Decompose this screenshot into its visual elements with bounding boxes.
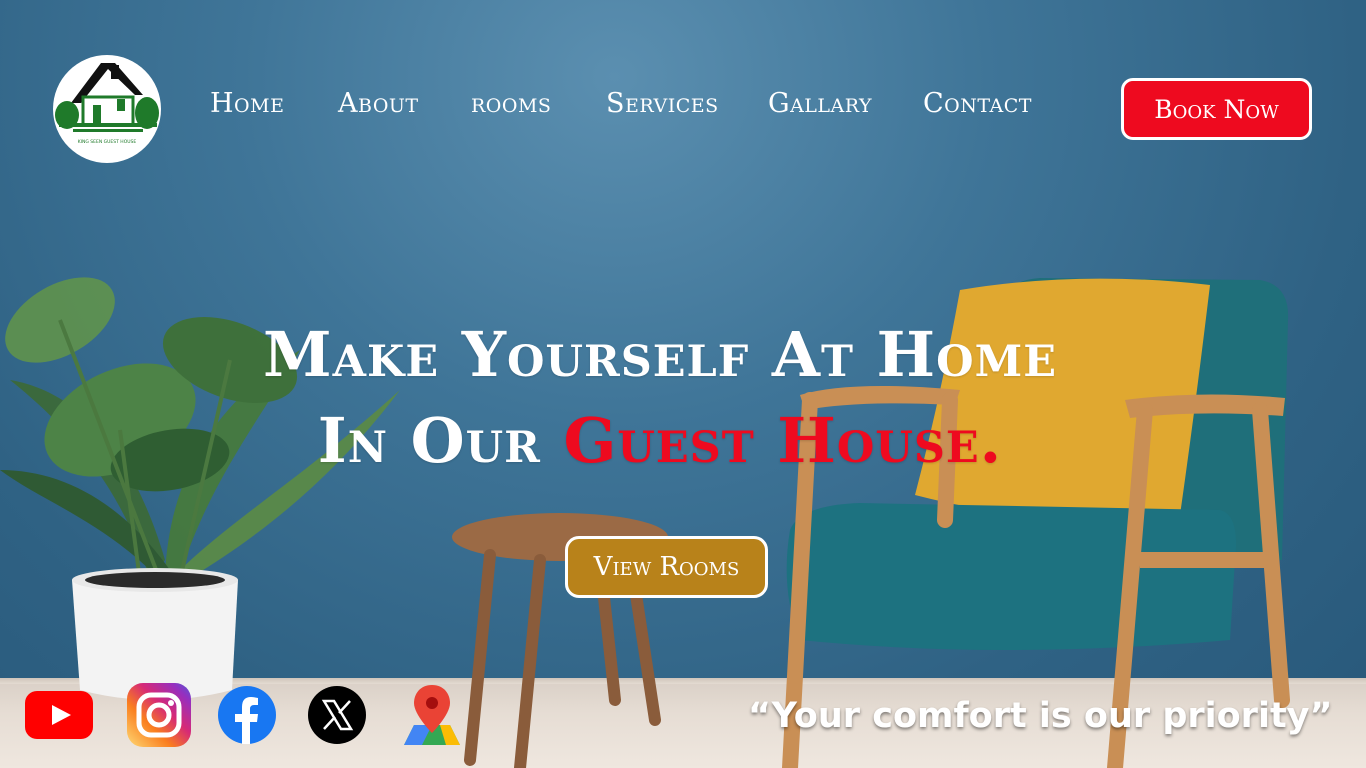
instagram-link[interactable] <box>124 683 194 747</box>
facebook-link[interactable] <box>216 684 278 746</box>
hero-title-prefix: In Our <box>317 404 564 477</box>
nav-contact[interactable]: Contact <box>923 88 1032 119</box>
logo[interactable]: KING SEEN GUEST HOUSE <box>53 55 161 163</box>
nav-gallary[interactable]: Gallary <box>768 88 872 119</box>
nav-about[interactable]: About <box>338 88 419 119</box>
hero-title-line2: In Our Guest House. <box>0 404 1343 477</box>
nav-rooms[interactable]: rooms <box>471 88 551 119</box>
logo-text: KING SEEN GUEST HOUSE <box>78 139 137 145</box>
view-rooms-button[interactable]: View Rooms <box>565 536 768 598</box>
nav-home[interactable]: Home <box>210 88 284 119</box>
book-now-button[interactable]: Book Now <box>1121 78 1312 140</box>
youtube-link[interactable] <box>24 684 94 746</box>
maps-icon <box>404 685 460 745</box>
instagram-icon <box>127 683 191 747</box>
hero-title-line1: Make Yourself At Home <box>263 318 1057 391</box>
facebook-icon <box>218 686 276 744</box>
x-link[interactable] <box>306 684 368 746</box>
x-icon <box>308 686 366 744</box>
youtube-icon <box>25 691 93 739</box>
maps-link[interactable] <box>400 684 464 746</box>
hero-title-accent: Guest House. <box>563 404 1003 477</box>
nav-services[interactable]: Services <box>606 88 719 119</box>
tagline: “Your comfort is our priority” <box>748 696 1333 736</box>
house-logo-icon: KING SEEN GUEST HOUSE <box>55 63 159 145</box>
